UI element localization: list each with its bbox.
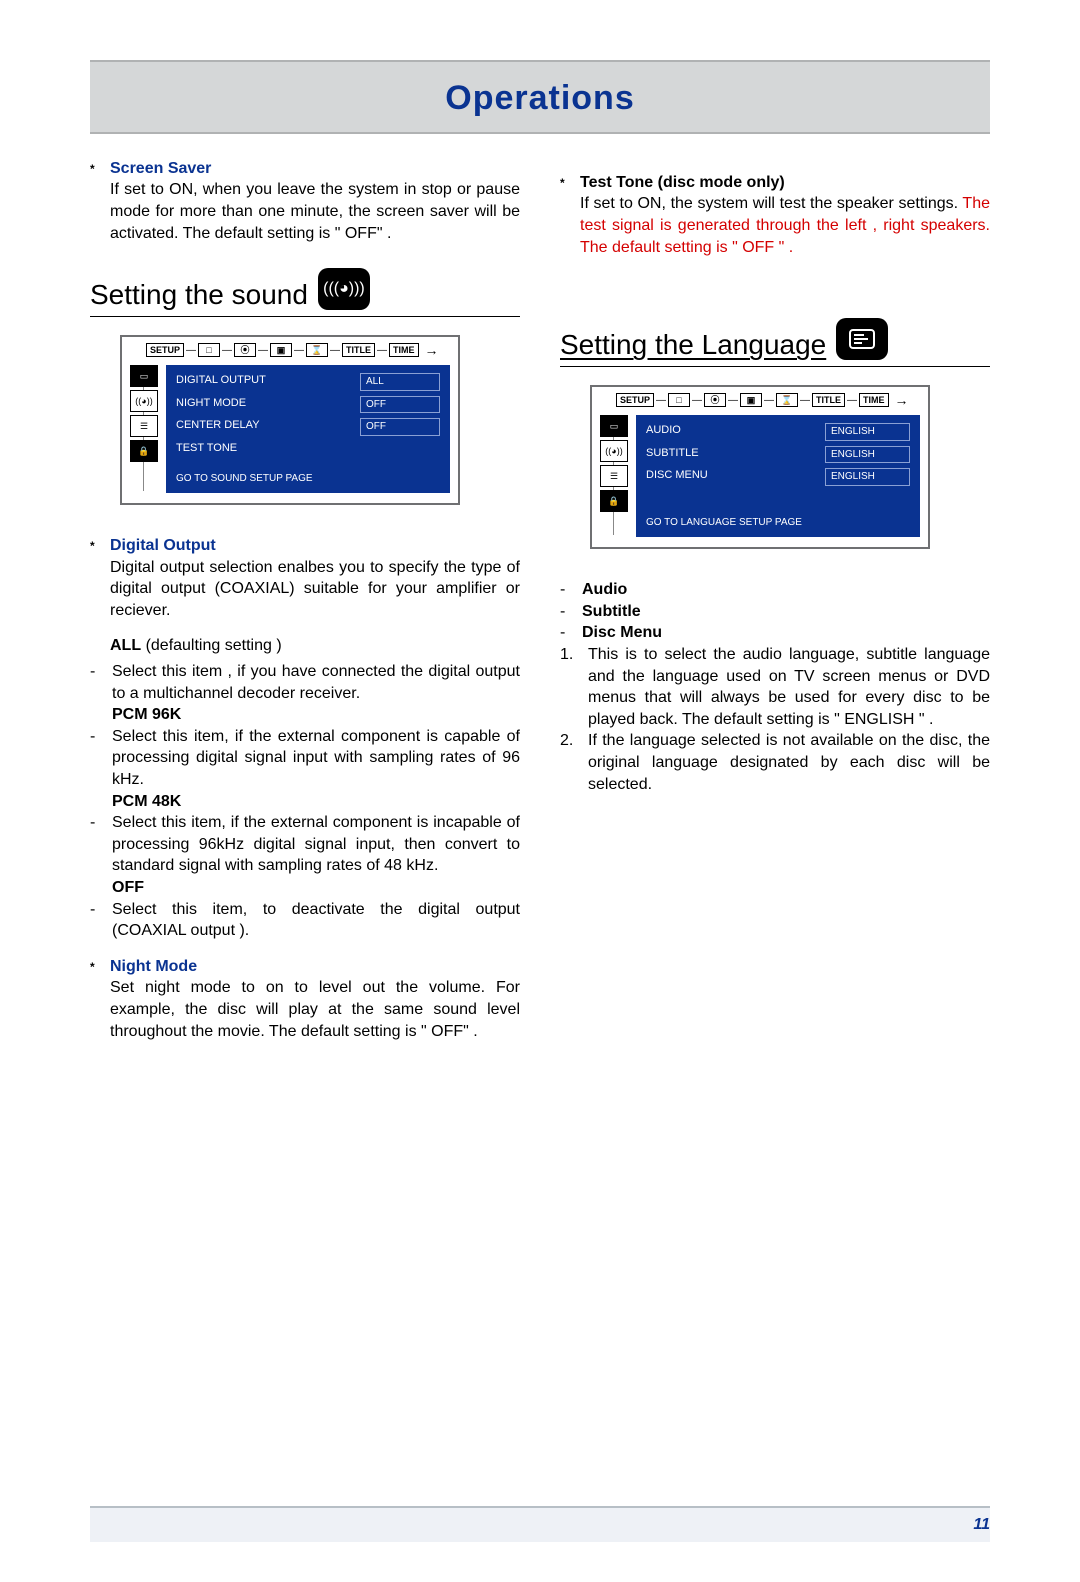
screen-saver-text: If set to ON, when you leave the system … — [110, 179, 520, 244]
test-tone-text: If set to ON, the system will test the s… — [580, 193, 990, 258]
osd-tab: TIME — [389, 343, 419, 357]
pcm96-text: Select this item, if the external compon… — [112, 728, 520, 788]
lang-note-1: This is to select the audio language, su… — [588, 644, 990, 730]
setting-language-title: Setting the Language — [560, 326, 826, 364]
osd-row-label: TEST TONE — [176, 441, 350, 456]
left-column: * Screen Saver If set to ON, when you le… — [90, 158, 520, 1046]
dash-bullet: - — [560, 579, 568, 601]
surround-icon: ((◕)) — [600, 440, 628, 462]
test-tone-heading: Test Tone (disc mode only) — [580, 172, 990, 194]
digital-output-intro: Digital output selection enalbes you to … — [110, 557, 520, 622]
dash-bullet: - — [90, 726, 98, 812]
osd-main-area: AUDIO ENGLISH SUBTITLE ENGLISH DISC MENU… — [636, 415, 920, 537]
lang-subtitle: Subtitle — [582, 601, 641, 623]
osd-row-value: ENGLISH — [825, 423, 910, 441]
osd-row-value: OFF — [360, 418, 440, 436]
osd-row-label: NIGHT MODE — [176, 396, 350, 414]
osd-tab-bar: SETUP— □— ⦿— ▣— ⌛— TITLE— TIME → — [122, 337, 458, 359]
osd-tab: □ — [668, 393, 690, 407]
lang-discmenu: Disc Menu — [582, 622, 662, 644]
osd-tab: TITLE — [342, 343, 375, 357]
pcm48-label: PCM 48K — [112, 791, 520, 813]
osd-tab: SETUP — [616, 393, 654, 407]
osd-row-label: DIGITAL OUTPUT — [176, 373, 350, 391]
page-footer: 11 — [90, 1506, 990, 1542]
osd-tab: ⦿ — [704, 393, 726, 407]
dash-bullet: - — [90, 661, 98, 726]
digital-output-heading: Digital Output — [110, 535, 520, 557]
osd-row-label: SUBTITLE — [646, 446, 815, 464]
lang-note-2: If the language selected is not availabl… — [588, 730, 990, 795]
sound-osd-panel: SETUP— □— ⦿— ▣— ⌛— TITLE— TIME → ▭ ((◕))… — [120, 335, 460, 505]
lang-audio: Audio — [582, 579, 627, 601]
night-mode-heading: Night Mode — [110, 956, 520, 978]
osd-tab: TITLE — [812, 393, 845, 407]
osd-tab-bar: SETUP— □— ⦿— ▣— ⌛— TITLE— TIME → — [592, 387, 928, 409]
list-number: 1. — [560, 644, 578, 730]
osd-row-value: ENGLISH — [825, 468, 910, 486]
osd-tab: ⦿ — [234, 343, 256, 357]
osd-row-label: DISC MENU — [646, 468, 815, 486]
list-number: 2. — [560, 730, 578, 795]
language-icon: ☰ — [600, 465, 628, 487]
lock-icon: 🔒 — [600, 490, 628, 512]
arrow-right-icon: → — [891, 393, 913, 407]
all-note: (defaulting setting ) — [146, 637, 282, 654]
lock-icon: 🔒 — [130, 440, 158, 462]
screen-saver-heading: Screen Saver — [110, 158, 520, 180]
page-number: 11 — [973, 1516, 990, 1533]
osd-tab: ▣ — [740, 393, 762, 407]
setting-sound-title: Setting the sound — [90, 276, 308, 314]
osd-side-icons: ▭ ((◕)) ☰ 🔒 — [130, 365, 158, 493]
osd-footer-text: GO TO LANGUAGE SETUP PAGE — [646, 516, 910, 530]
dash-bullet: - — [90, 899, 98, 942]
pcm48-text: Select this item, if the external compon… — [112, 814, 520, 874]
surround-icon: ((◕)) — [130, 390, 158, 412]
off-text: Select this item, to deactivate the digi… — [112, 899, 520, 942]
osd-main-area: DIGITAL OUTPUT ALL NIGHT MODE OFF CENTER… — [166, 365, 450, 493]
osd-row-value: ENGLISH — [825, 446, 910, 464]
language-osd-panel: SETUP— □— ⦿— ▣— ⌛— TITLE— TIME → ▭ ((◕))… — [590, 385, 930, 549]
dash-bullet: - — [560, 601, 568, 623]
off-label: OFF — [112, 877, 520, 899]
language-icon — [836, 318, 888, 360]
pcm96-label: PCM 96K — [112, 704, 520, 726]
tv-icon: ▭ — [600, 415, 628, 437]
surround-sound-icon: (((◕))) — [318, 268, 370, 310]
night-mode-text: Set night mode to on to level out the vo… — [110, 977, 520, 1042]
osd-row-value: ALL — [360, 373, 440, 391]
bullet-star: * — [560, 172, 570, 258]
osd-tab: ▣ — [270, 343, 292, 357]
osd-tab: TIME — [859, 393, 889, 407]
language-icon: ☰ — [130, 415, 158, 437]
bullet-star: * — [90, 956, 100, 1042]
dash-bullet: - — [560, 622, 568, 644]
arrow-right-icon: → — [421, 343, 443, 357]
osd-row-label: AUDIO — [646, 423, 815, 441]
osd-footer-text: GO TO SOUND SETUP PAGE — [176, 472, 440, 486]
osd-side-icons: ▭ ((◕)) ☰ 🔒 — [600, 415, 628, 537]
osd-row-value: OFF — [360, 396, 440, 414]
osd-tab: ⌛ — [306, 343, 328, 357]
bullet-star: * — [90, 535, 100, 657]
osd-row-label: CENTER DELAY — [176, 418, 350, 436]
osd-tab: □ — [198, 343, 220, 357]
bullet-star: * — [90, 158, 100, 244]
osd-tab: ⌛ — [776, 393, 798, 407]
page-title: Operations — [90, 76, 990, 122]
dash-bullet: - — [90, 812, 98, 898]
tv-icon: ▭ — [130, 365, 158, 387]
page-banner: Operations — [90, 60, 990, 134]
all-label: ALL — [110, 637, 141, 654]
osd-tab: SETUP — [146, 343, 184, 357]
right-column: * Test Tone (disc mode only) If set to O… — [560, 158, 990, 1046]
all-text: Select this item , if you have connected… — [112, 663, 520, 702]
